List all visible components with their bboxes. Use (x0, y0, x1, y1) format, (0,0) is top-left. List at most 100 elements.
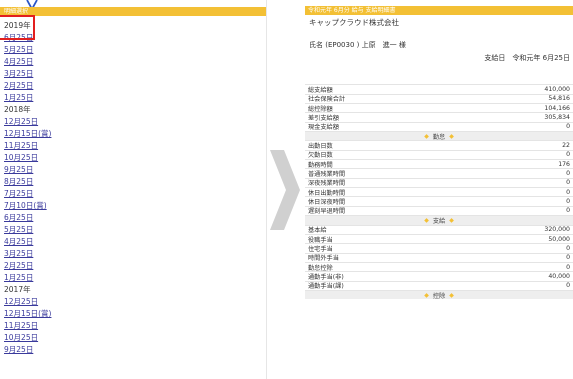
pay-date-link[interactable]: 3月25日 (4, 248, 259, 260)
pay-date-link[interactable]: 5月25日 (4, 44, 259, 56)
pay-date-link[interactable]: 10月25日 (4, 152, 259, 164)
diamond-icon: ◆ (424, 132, 429, 140)
pay-period-list-panel: 明細選択 2019年 6月25日 5月25日 4月25日 3月25日 2月25日 1月25日… (0, 0, 267, 379)
row-value: 0 (566, 198, 570, 206)
row-value: 0 (566, 282, 570, 290)
row-value: 0 (566, 207, 570, 215)
table-row: 社会保険合計 54,816 (305, 93, 573, 104)
row-label: 現金支給額 (308, 124, 339, 132)
table-row: 住宅手当 0 (305, 243, 573, 253)
row-value: 0 (566, 170, 570, 178)
table-row: 欠勤日数 0 (305, 149, 573, 160)
pay-date-link[interactable]: 3月25日 (4, 68, 259, 80)
pay-date-link[interactable]: 7月25日 (4, 188, 259, 200)
pay-date-link[interactable]: 5月25日 (4, 224, 259, 236)
diamond-icon: ◆ (424, 216, 429, 224)
row-value: 176 (558, 160, 570, 168)
row-label: 社会保険合計 (308, 96, 346, 104)
pay-date-link[interactable]: 9月25日 (4, 344, 259, 356)
row-label: 基本給 (308, 227, 327, 235)
row-label: 欠勤日数 (308, 152, 333, 160)
row-value: 22 (562, 142, 570, 150)
table-spacer (305, 75, 573, 84)
row-value: 410,000 (544, 86, 570, 94)
pay-date-link[interactable]: 7月10日(賞) (4, 200, 259, 212)
table-row: 時間外手当 0 (305, 252, 573, 262)
pay-date-link[interactable]: 4月25日 (4, 56, 259, 68)
table-row: 通勤手当(非) 40,000 (305, 271, 573, 281)
row-value: 0 (566, 179, 570, 187)
pay-period-list: 2019年 6月25日 5月25日 4月25日 3月25日 2月25日 1月25日 2018年… (4, 20, 259, 356)
row-value: 0 (566, 263, 570, 271)
year-label: 2018年 (4, 105, 31, 114)
pay-date-link[interactable]: 12月25日 (4, 296, 259, 308)
row-label: 勤務時間 (308, 161, 333, 169)
diamond-icon: ◆ (424, 291, 429, 299)
row-label: 休日出勤時間 (308, 189, 346, 197)
selection-highlight (0, 15, 35, 40)
payslip-detail-table: 総支給額 410,000 社会保険合計 54,816 総控除額 104,166 差引支給額 3… (305, 75, 573, 300)
table-row: 基本給 320,000 (305, 224, 573, 235)
row-value: 54,816 (548, 95, 570, 103)
section-label: 控除 (432, 292, 446, 300)
row-value: 0 (566, 123, 570, 131)
table-row: 普通残業時間 0 (305, 168, 573, 178)
pay-date-link[interactable]: 8月25日 (4, 176, 259, 188)
row-label: 通勤手当(非) (308, 273, 344, 281)
row-label: 出勤日数 (308, 143, 333, 151)
row-value: 50,000 (548, 235, 570, 243)
row-value: 104,166 (544, 104, 570, 112)
section-header: ◆ 控除 ◆ (305, 289, 573, 300)
row-label: 総控除額 (308, 105, 333, 113)
table-row: 出勤日数 22 (305, 140, 573, 151)
table-row: 勤務時間 176 (305, 159, 573, 169)
pay-date-link[interactable]: 12月15日(賞) (4, 308, 259, 320)
table-row: 総支給額 410,000 (305, 84, 573, 95)
row-value: 40,000 (548, 272, 570, 280)
row-value: 0 (566, 188, 570, 196)
pay-date-link[interactable]: 2月25日 (4, 80, 259, 92)
employee-name: 氏名 (EP0030 ) 上原 進一 様 (309, 41, 406, 49)
row-label: 遅刻早退時間 (308, 208, 346, 216)
pay-date-link[interactable]: 9月25日 (4, 164, 259, 176)
row-label: 役職手当 (308, 236, 333, 244)
list-header: 明細選択 (0, 7, 267, 16)
table-row: 総控除額 104,166 (305, 103, 573, 113)
pay-date-link[interactable]: 1月25日 (4, 272, 259, 284)
row-label: 住宅手当 (308, 245, 333, 253)
table-row: 役職手当 50,000 (305, 233, 573, 244)
chevron-right-icon (270, 150, 300, 230)
year-label: 2017年 (4, 285, 31, 294)
payslip-header: 令和元年 6月分 給与 支給明細書 (305, 6, 573, 15)
diamond-icon: ◆ (449, 132, 454, 140)
row-value: 320,000 (544, 226, 570, 234)
pay-date-link[interactable]: 12月25日 (4, 116, 259, 128)
pay-date-link[interactable]: 1月25日 (4, 92, 259, 104)
pay-date-link[interactable]: 11月25日 (4, 320, 259, 332)
pay-date-link[interactable]: 4月25日 (4, 236, 259, 248)
diamond-icon: ◆ (449, 216, 454, 224)
pay-date-link[interactable]: 2月25日 (4, 260, 259, 272)
section-label: 支給 (432, 217, 446, 225)
panel-divider (266, 0, 267, 379)
row-label: 総支給額 (308, 87, 333, 95)
row-value: 0 (566, 151, 570, 159)
row-label: 勤怠控除 (308, 264, 333, 272)
company-name: キャップクラウド株式会社 (309, 18, 399, 27)
pay-date-link[interactable]: 10月25日 (4, 332, 259, 344)
pay-date-link[interactable]: 11月25日 (4, 140, 259, 152)
pay-date: 支給日 令和元年 6月25日 (484, 54, 570, 62)
section-header: ◆ 勤怠 ◆ (305, 131, 573, 141)
row-value: 305,834 (544, 114, 570, 122)
pay-date-link[interactable]: 6月25日 (4, 32, 259, 44)
table-row: 休日出勤時間 0 (305, 187, 573, 197)
table-row: 遅刻早退時間 0 (305, 205, 573, 216)
section-header: ◆ 支給 ◆ (305, 215, 573, 225)
pay-date-link[interactable]: 6月25日 (4, 212, 259, 224)
year-label: 2019年 (4, 21, 31, 30)
table-row: 通勤手当(課) 0 (305, 280, 573, 290)
table-row: 休日深夜時間 0 (305, 196, 573, 206)
row-label: 深夜残業時間 (308, 180, 346, 188)
row-value: 0 (566, 244, 570, 252)
pay-date-link[interactable]: 12月15日(賞) (4, 128, 259, 140)
